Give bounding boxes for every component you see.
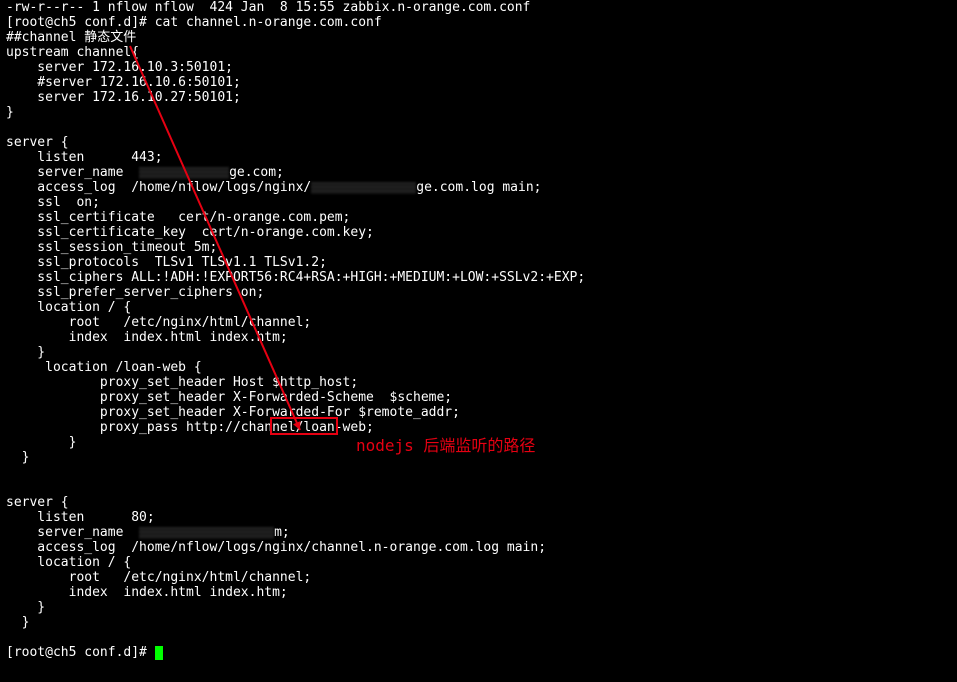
terminal-line: ssl_prefer_server_ciphers on; (6, 285, 951, 300)
terminal-line: proxy_set_header Host $http_host; (6, 375, 951, 390)
text-segment: upstream channel{ (6, 45, 139, 60)
terminal-line: [root@ch5 conf.d]# cat channel.n-orange.… (6, 15, 951, 30)
text-segment (6, 630, 14, 645)
terminal-line: ssl_certificate_key cert/n-orange.com.ke… (6, 225, 951, 240)
text-segment: ##channel 静态文件 (6, 30, 136, 45)
terminal-line (6, 465, 951, 480)
text-segment: proxy_set_header X-Forwarded-For $remote… (6, 405, 460, 420)
text-segment: ssl_session_timeout 5m; (6, 240, 217, 255)
text-segment (6, 120, 14, 135)
terminal-line: } (6, 615, 951, 630)
terminal-line: proxy_set_header X-Forwarded-For $remote… (6, 405, 951, 420)
terminal-line (6, 630, 951, 645)
text-segment (6, 465, 14, 480)
text-segment: } (6, 615, 29, 630)
text-segment: server 172.16.10.3:50101; (6, 60, 233, 75)
text-segment: ge.com.log main; (416, 180, 541, 195)
text-segment: } (6, 345, 45, 360)
terminal-line (6, 120, 951, 135)
text-segment: access_log /home/nflow/logs/nginx/channe… (6, 540, 546, 555)
text-segment: proxy_set_header X-Forwarded-Scheme $sch… (6, 390, 452, 405)
terminal-line: location /loan-web { (6, 360, 951, 375)
text-segment: m; (274, 525, 290, 540)
text-segment: ssl_ciphers ALL:!ADH:!EXPORT56:RC4+RSA:+… (6, 270, 585, 285)
terminal-line: server 172.16.10.27:50101; (6, 90, 951, 105)
terminal-line: server_name m; (6, 525, 951, 540)
text-segment: } (6, 105, 14, 120)
redacted-segment (139, 527, 274, 539)
terminal-line: index index.html index.htm; (6, 330, 951, 345)
text-segment: ssl_protocols TLSv1 TLSv1.1 TLSv1.2; (6, 255, 327, 270)
terminal-line: index index.html index.htm; (6, 585, 951, 600)
terminal-line: server_name ge.com; (6, 165, 951, 180)
terminal-line: ##channel 静态文件 (6, 30, 951, 45)
terminal-line (6, 480, 951, 495)
terminal-line: server { (6, 495, 951, 510)
terminal-line: } (6, 345, 951, 360)
terminal-line: ssl_certificate cert/n-orange.com.pem; (6, 210, 951, 225)
redacted-segment (139, 167, 229, 179)
terminal-line: server 172.16.10.3:50101; (6, 60, 951, 75)
terminal-line: -rw-r--r-- 1 nflow nflow 424 Jan 8 15:55… (6, 0, 951, 15)
text-segment: listen 443; (6, 150, 163, 165)
terminal-line: listen 80; (6, 510, 951, 525)
terminal-line: [root@ch5 conf.d]# (6, 645, 951, 660)
text-segment: access_log /home/nflow/logs/nginx/ (6, 180, 311, 195)
text-segment: ssl_certificate_key cert/n-orange.com.ke… (6, 225, 374, 240)
terminal-line: ssl_protocols TLSv1 TLSv1.1 TLSv1.2; (6, 255, 951, 270)
text-segment: server 172.16.10.27:50101; (6, 90, 241, 105)
terminal-output: -rw-r--r-- 1 nflow nflow 424 Jan 8 15:55… (0, 0, 957, 660)
redacted-segment (311, 182, 416, 194)
text-segment: } (6, 600, 45, 615)
text-segment: index index.html index.htm; (6, 330, 288, 345)
text-segment: location /loan-web { (6, 360, 202, 375)
text-segment: server { (6, 495, 69, 510)
text-segment: root /etc/nginx/html/channel; (6, 315, 311, 330)
terminal-line: listen 443; (6, 150, 951, 165)
text-segment: ge.com; (229, 165, 284, 180)
text-segment: ssl_prefer_server_ciphers on; (6, 285, 264, 300)
terminal-line: #server 172.16.10.6:50101; (6, 75, 951, 90)
terminal-line: } (6, 450, 951, 465)
text-segment: proxy_set_header Host $http_host; (6, 375, 358, 390)
terminal-line: location / { (6, 300, 951, 315)
text-segment: ssl on; (6, 195, 100, 210)
text-segment: server { (6, 135, 69, 150)
text-segment: } (6, 435, 76, 450)
text-segment: ssl_certificate cert/n-orange.com.pem; (6, 210, 350, 225)
terminal-line: root /etc/nginx/html/channel; (6, 570, 951, 585)
text-segment: server_name (6, 165, 139, 180)
terminal-line: root /etc/nginx/html/channel; (6, 315, 951, 330)
terminal-line: proxy_pass http://channel/loan-web; (6, 420, 951, 435)
cursor (155, 646, 163, 660)
text-segment (6, 480, 14, 495)
terminal-line: location / { (6, 555, 951, 570)
terminal-line: ssl_ciphers ALL:!ADH:!EXPORT56:RC4+RSA:+… (6, 270, 951, 285)
text-segment: [root@ch5 conf.d]# cat channel.n-orange.… (6, 15, 382, 30)
text-segment: root /etc/nginx/html/channel; (6, 570, 311, 585)
terminal-line: ssl on; (6, 195, 951, 210)
text-segment: -rw-r--r-- 1 nflow nflow 424 Jan 8 15:55… (6, 0, 530, 15)
terminal-line: upstream channel{ (6, 45, 951, 60)
text-segment: [root@ch5 conf.d]# (6, 645, 155, 660)
text-segment: location / { (6, 300, 131, 315)
text-segment: listen 80; (6, 510, 155, 525)
terminal-line: } (6, 105, 951, 120)
terminal-line: server { (6, 135, 951, 150)
terminal-line: } (6, 600, 951, 615)
terminal-line: access_log /home/nflow/logs/nginx/ge.com… (6, 180, 951, 195)
text-segment: } (6, 450, 29, 465)
terminal-line: access_log /home/nflow/logs/nginx/channe… (6, 540, 951, 555)
text-segment: location / { (6, 555, 131, 570)
text-segment: server_name (6, 525, 139, 540)
terminal-line: proxy_set_header X-Forwarded-Scheme $sch… (6, 390, 951, 405)
terminal-line: ssl_session_timeout 5m; (6, 240, 951, 255)
terminal-line: } (6, 435, 951, 450)
text-segment: #server 172.16.10.6:50101; (6, 75, 241, 90)
terminal[interactable]: -rw-r--r-- 1 nflow nflow 424 Jan 8 15:55… (0, 0, 957, 682)
text-segment: proxy_pass http://channel/loan-web; (6, 420, 374, 435)
text-segment: index index.html index.htm; (6, 585, 288, 600)
